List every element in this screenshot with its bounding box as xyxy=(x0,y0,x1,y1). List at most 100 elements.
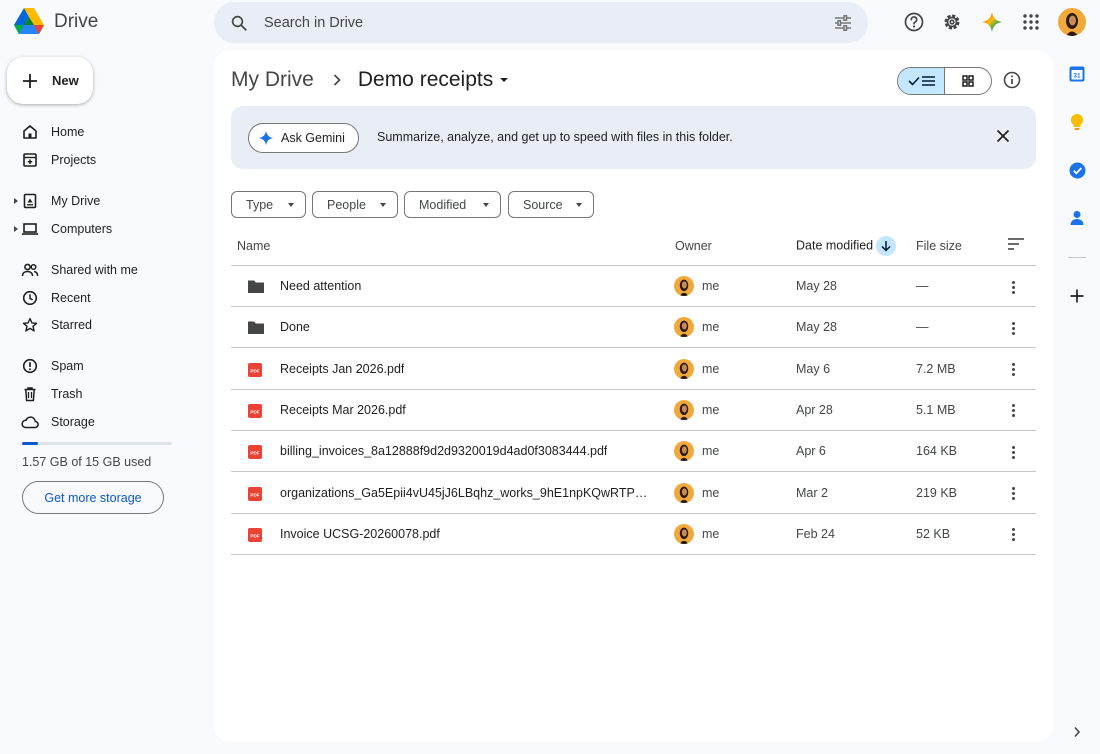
svg-text:PDF: PDF xyxy=(250,409,259,414)
file-size: 7.2 MB xyxy=(916,361,956,376)
file-name[interactable]: billing_invoices_8a12888f9d2d9320019d4ad… xyxy=(280,444,607,458)
view-toggle[interactable] xyxy=(897,67,992,95)
rail-divider xyxy=(1068,257,1086,258)
drive-logo-icon xyxy=(14,8,44,34)
file-owner: me xyxy=(702,279,720,293)
column-header-owner[interactable]: Owner xyxy=(675,239,712,253)
file-owner: me xyxy=(702,320,720,335)
clock-icon xyxy=(21,289,39,307)
get-more-storage-button[interactable]: Get more storage xyxy=(22,481,164,514)
sidebar-item-label: Starred xyxy=(51,318,92,332)
svg-text:PDF: PDF xyxy=(250,368,259,373)
file-name[interactable]: Done xyxy=(280,320,310,334)
trash-icon xyxy=(21,385,39,403)
table-row[interactable]: PDF organizations_Ga5Epii4vU45jJ6LBqhz_wo… xyxy=(231,473,1036,514)
table-row[interactable]: Need attention me May 28 — xyxy=(231,266,1036,307)
file-name[interactable]: Need attention xyxy=(280,279,361,293)
help-icon[interactable] xyxy=(902,10,926,34)
gemini-sparkle-icon[interactable] xyxy=(980,10,1004,34)
search-icon[interactable] xyxy=(230,14,248,32)
table-row[interactable]: PDF Receipts Mar 2026.pdf me Apr 28 5.1 MB xyxy=(231,390,1036,431)
pdf-file-icon: PDF xyxy=(247,527,265,543)
folder-icon xyxy=(247,320,265,336)
more-actions-icon[interactable] xyxy=(1004,485,1022,503)
contacts-icon[interactable] xyxy=(1068,209,1086,227)
info-icon[interactable] xyxy=(1003,71,1021,94)
expand-caret-icon[interactable] xyxy=(13,224,19,234)
file-size: — xyxy=(916,320,929,335)
search-options-icon[interactable] xyxy=(834,14,852,31)
breadcrumb-root[interactable]: My Drive xyxy=(231,68,314,92)
column-header-file-size[interactable]: File size xyxy=(916,239,962,253)
grid-view-button[interactable] xyxy=(945,68,991,94)
file-name[interactable]: Receipts Mar 2026.pdf xyxy=(280,403,406,417)
shared-icon xyxy=(21,261,39,279)
filter-label: Type xyxy=(246,197,274,212)
owner-avatar xyxy=(674,523,694,544)
more-actions-icon[interactable] xyxy=(1004,278,1022,296)
expand-caret-icon[interactable] xyxy=(13,196,19,206)
sidebar-item-label: Projects xyxy=(51,153,97,167)
new-button[interactable]: New xyxy=(7,57,93,104)
gemini-sparkle-icon xyxy=(258,130,274,146)
list-view-icon xyxy=(921,76,935,86)
ask-gemini-button[interactable]: Ask Gemini xyxy=(248,123,359,153)
ask-gemini-label: Ask Gemini xyxy=(281,131,345,145)
file-date-modified: Apr 28 xyxy=(796,402,833,417)
file-name[interactable]: Receipts Jan 2026.pdf xyxy=(280,362,404,376)
owner-avatar xyxy=(674,358,694,379)
file-owner: me xyxy=(702,402,720,417)
column-header-name[interactable]: Name xyxy=(237,239,270,253)
sort-descending-icon[interactable] xyxy=(876,236,897,256)
collapse-panel-chevron-icon[interactable] xyxy=(1068,723,1086,741)
more-actions-icon[interactable] xyxy=(1004,361,1022,379)
search-input[interactable] xyxy=(264,14,834,31)
table-row[interactable]: PDF Receipts Jan 2026.pdf me May 6 7.2 MB xyxy=(231,349,1036,390)
table-row[interactable]: PDF Invoice UCSG-20260078.pdf me Feb 24 52 K… xyxy=(231,514,1036,555)
table-row[interactable]: Done me May 28 — xyxy=(231,307,1036,349)
search-bar[interactable] xyxy=(214,2,868,43)
home-icon xyxy=(21,123,39,141)
app-name: Drive xyxy=(54,10,99,32)
add-addon-plus-icon[interactable] xyxy=(1068,287,1086,305)
breadcrumb-current[interactable]: Demo receipts xyxy=(358,68,509,92)
table-row[interactable]: PDF billing_invoices_8a12888f9d2d9320019d… xyxy=(231,431,1036,473)
owner-avatar xyxy=(674,276,694,296)
filter-source[interactable]: Source xyxy=(508,191,594,218)
pdf-file-icon: PDF xyxy=(247,444,265,460)
filter-type[interactable]: Type xyxy=(231,191,306,218)
file-size: — xyxy=(916,279,929,293)
list-view-button[interactable] xyxy=(898,68,945,94)
my-drive-icon xyxy=(21,192,39,210)
more-actions-icon[interactable] xyxy=(1004,402,1022,420)
file-date-modified: Feb 24 xyxy=(796,526,835,541)
pdf-file-icon: PDF xyxy=(247,486,265,502)
tasks-icon[interactable] xyxy=(1068,161,1086,179)
account-avatar[interactable] xyxy=(1058,8,1086,36)
keep-icon[interactable] xyxy=(1068,113,1086,131)
drive-logo[interactable]: Drive xyxy=(14,8,98,35)
projects-icon xyxy=(21,151,39,169)
sidebar-item-label: Spam xyxy=(51,359,84,373)
apps-grid-icon[interactable] xyxy=(1019,10,1043,34)
more-actions-icon[interactable] xyxy=(1004,319,1022,337)
filter-people[interactable]: People xyxy=(312,191,398,218)
close-icon[interactable] xyxy=(996,129,1010,148)
calendar-icon[interactable]: 31 xyxy=(1068,64,1086,82)
column-header-date-modified[interactable]: Date modified xyxy=(796,236,897,256)
sidebar-item-label: My Drive xyxy=(51,194,101,208)
more-actions-icon[interactable] xyxy=(1004,526,1022,544)
filter-label: Modified xyxy=(419,197,467,212)
sort-options-icon[interactable] xyxy=(1008,238,1024,253)
cloud-icon xyxy=(21,413,39,431)
svg-text:PDF: PDF xyxy=(250,533,259,538)
file-name[interactable]: Invoice UCSG-20260078.pdf xyxy=(280,527,440,541)
file-name[interactable]: organizations_Ga5Epii4vU45jJ6LBqhz_works… xyxy=(280,486,650,500)
filter-modified[interactable]: Modified xyxy=(404,191,501,218)
owner-avatar xyxy=(674,441,694,462)
storage-meter-fill xyxy=(22,442,38,445)
svg-text:31: 31 xyxy=(1073,72,1081,79)
settings-gear-icon[interactable] xyxy=(940,10,964,34)
more-actions-icon[interactable] xyxy=(1004,443,1022,461)
owner-avatar xyxy=(674,482,694,503)
